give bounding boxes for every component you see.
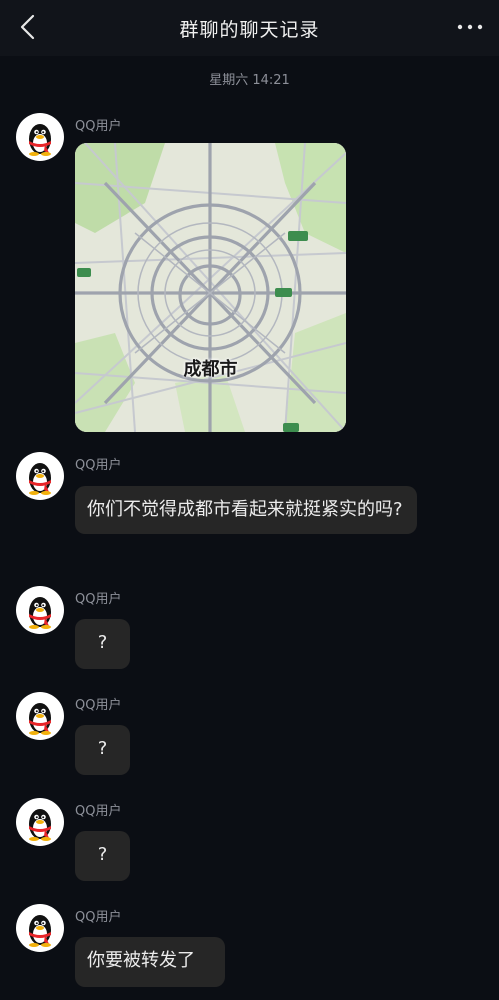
message-bubble[interactable]: 你们不觉得成都市看起来就挺紧实的吗? — [75, 486, 417, 534]
qq-penguin-avatar[interactable] — [16, 904, 64, 952]
message-bubble[interactable]: ? — [75, 619, 130, 669]
chat-header: 群聊的聊天记录 — [0, 0, 499, 56]
qq-penguin-avatar[interactable] — [16, 113, 64, 161]
qq-penguin-avatar[interactable] — [16, 692, 64, 740]
sender-name: QQ用户 — [75, 910, 122, 925]
timestamp: 星期六 14:21 — [209, 73, 290, 88]
location-map-card[interactable]: 成都市 — [75, 143, 346, 432]
map-image — [75, 143, 346, 432]
map-city-label: 成都市 — [183, 359, 238, 380]
message-bubble[interactable]: ? — [75, 725, 130, 775]
page-title: 群聊的聊天记录 — [179, 18, 320, 41]
back-arrow-icon[interactable] — [14, 12, 44, 42]
sender-name: QQ用户 — [75, 119, 122, 134]
more-dots-icon[interactable] — [455, 14, 485, 40]
qq-penguin-avatar[interactable] — [16, 798, 64, 846]
message-bubble[interactable]: 你要被转发了 — [75, 937, 225, 987]
message-bubble[interactable]: ? — [75, 831, 130, 881]
sender-name: QQ用户 — [75, 592, 122, 607]
qq-penguin-avatar[interactable] — [16, 586, 64, 634]
sender-name: QQ用户 — [75, 804, 122, 819]
sender-name: QQ用户 — [75, 458, 122, 473]
qq-penguin-avatar[interactable] — [16, 452, 64, 500]
sender-name: QQ用户 — [75, 698, 122, 713]
